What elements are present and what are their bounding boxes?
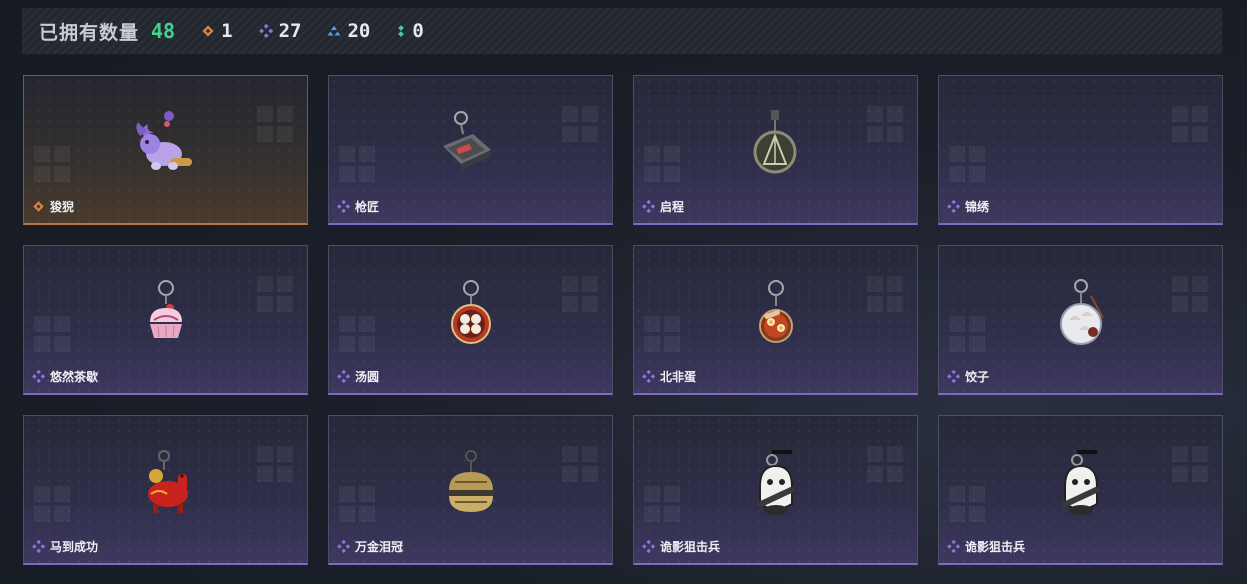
stat-purple: 27 bbox=[258, 20, 302, 42]
card-label: 悠然茶歇 bbox=[32, 368, 98, 385]
stat-green: 0 bbox=[396, 20, 424, 42]
purple-lion-charm-icon bbox=[135, 111, 192, 170]
dumpling-plate-charm-icon bbox=[1059, 279, 1104, 345]
charm-name: 汤圆 bbox=[355, 370, 380, 384]
stat-purple-value: 27 bbox=[278, 20, 302, 42]
red-horse-charm-icon bbox=[147, 450, 188, 513]
card-decoration bbox=[949, 316, 989, 356]
purple-rarity-icon bbox=[642, 540, 655, 553]
card-decoration bbox=[34, 146, 74, 186]
card-decoration bbox=[867, 276, 907, 316]
charm-name: 锦绣 bbox=[965, 200, 990, 214]
card-label: 饺子 bbox=[947, 368, 989, 385]
owned-count-value: 48 bbox=[151, 19, 176, 43]
card-decoration bbox=[867, 106, 907, 146]
purple-rarity-icon bbox=[947, 370, 960, 383]
charm-name: 马到成功 bbox=[50, 540, 99, 554]
charm-name: 狻猊 bbox=[50, 200, 75, 214]
charm-card[interactable]: 锦绣 bbox=[938, 75, 1223, 225]
card-label: 启程 bbox=[642, 198, 684, 215]
purple-rarity-icon bbox=[947, 540, 960, 553]
charm-card[interactable]: 饺子 bbox=[938, 245, 1223, 395]
charm-card[interactable]: 诡影狙击兵 bbox=[633, 415, 918, 565]
charm-card[interactable]: 枪匠 bbox=[328, 75, 613, 225]
card-decoration bbox=[644, 146, 684, 186]
charm-grid: 狻猊 枪匠 启程 锦绣 悠然茶歇 汤圆 北非蛋 饺子 马到成功 万金泪冠 诡影狙… bbox=[23, 75, 1223, 565]
charm-card[interactable]: 北非蛋 bbox=[633, 245, 918, 395]
card-label: 狻猊 bbox=[32, 198, 74, 215]
card-decoration bbox=[339, 316, 379, 356]
cupcake-charm-icon bbox=[149, 280, 182, 338]
purple-rarity-icon bbox=[337, 370, 350, 383]
stat-green-value: 0 bbox=[412, 20, 424, 42]
green-dots-icon bbox=[398, 25, 405, 37]
purple-diamond-icon bbox=[258, 24, 273, 38]
card-decoration bbox=[644, 316, 684, 356]
charm-name: 诡影狙击兵 bbox=[660, 540, 721, 554]
card-decoration bbox=[257, 276, 297, 316]
stat-orange: 1 bbox=[201, 20, 233, 42]
blue-triangle-icon bbox=[327, 26, 341, 36]
card-label: 诡影狙击兵 bbox=[947, 538, 1025, 555]
card-decoration bbox=[257, 106, 297, 146]
stat-blue: 20 bbox=[327, 20, 370, 42]
charm-name: 万金泪冠 bbox=[355, 540, 404, 554]
charm-card[interactable]: 悠然茶歇 bbox=[23, 245, 308, 395]
card-decoration bbox=[562, 106, 602, 146]
card-label: 北非蛋 bbox=[642, 368, 696, 385]
card-decoration bbox=[1172, 446, 1212, 486]
charm-name: 饺子 bbox=[965, 370, 990, 384]
purple-rarity-icon bbox=[642, 200, 655, 213]
purple-rarity-icon bbox=[32, 370, 45, 383]
card-decoration bbox=[1172, 276, 1212, 316]
card-label: 马到成功 bbox=[32, 538, 98, 555]
charm-card[interactable]: 万金泪冠 bbox=[328, 415, 613, 565]
charm-card[interactable]: 狻猊 bbox=[23, 75, 308, 225]
tangyuan-bowl-charm-icon bbox=[450, 280, 491, 344]
card-label: 万金泪冠 bbox=[337, 538, 403, 555]
charm-name: 启程 bbox=[660, 200, 685, 214]
gun-case-charm-icon bbox=[442, 111, 491, 170]
card-decoration bbox=[562, 446, 602, 486]
charm-card[interactable]: 马到成功 bbox=[23, 415, 308, 565]
card-decoration bbox=[339, 486, 379, 526]
card-decoration bbox=[949, 486, 989, 526]
purple-rarity-icon bbox=[32, 540, 45, 553]
stat-orange-value: 1 bbox=[221, 20, 233, 42]
charm-card[interactable]: 汤圆 bbox=[328, 245, 613, 395]
purple-rarity-icon bbox=[642, 370, 655, 383]
sniper-ghost-charm-icon bbox=[1062, 450, 1099, 515]
card-decoration bbox=[34, 486, 74, 526]
card-label: 枪匠 bbox=[337, 198, 379, 215]
charm-name: 北非蛋 bbox=[660, 370, 697, 384]
card-decoration bbox=[562, 276, 602, 316]
golden-crown-charm-icon bbox=[448, 450, 493, 512]
card-decoration bbox=[257, 446, 297, 486]
stat-blue-value: 20 bbox=[347, 20, 371, 42]
card-decoration bbox=[867, 446, 907, 486]
card-label: 锦绣 bbox=[947, 198, 989, 215]
purple-rarity-icon bbox=[947, 200, 960, 213]
owned-count-label: 已拥有数量 bbox=[39, 22, 140, 44]
card-decoration bbox=[949, 146, 989, 186]
orange-diamond-icon bbox=[202, 25, 214, 37]
sniper-ghost-charm-icon bbox=[757, 450, 794, 515]
shakshuka-charm-icon bbox=[758, 280, 793, 343]
charm-card[interactable]: 启程 bbox=[633, 75, 918, 225]
gold-rarity-icon bbox=[33, 201, 44, 212]
card-decoration bbox=[339, 146, 379, 186]
medal-charm-icon bbox=[753, 110, 796, 174]
card-label: 诡影狙击兵 bbox=[642, 538, 720, 555]
card-decoration bbox=[644, 486, 684, 526]
purple-rarity-icon bbox=[337, 200, 350, 213]
charm-name: 枪匠 bbox=[355, 200, 380, 214]
collection-header: 已拥有数量 48 1 27 20 0 bbox=[22, 8, 1222, 54]
purple-rarity-icon bbox=[337, 540, 350, 553]
charm-name: 悠然茶歇 bbox=[50, 370, 99, 384]
card-decoration bbox=[1172, 106, 1212, 146]
card-label: 汤圆 bbox=[337, 368, 379, 385]
charm-name: 诡影狙击兵 bbox=[965, 540, 1026, 554]
card-decoration bbox=[34, 316, 74, 356]
charm-card[interactable]: 诡影狙击兵 bbox=[938, 415, 1223, 565]
